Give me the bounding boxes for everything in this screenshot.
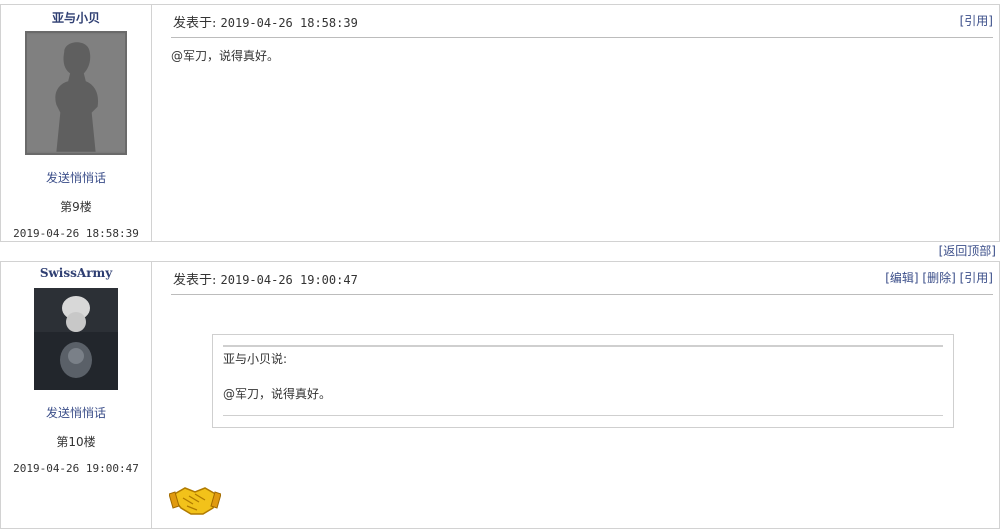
floor-number: 第10楼 xyxy=(56,435,96,449)
quote-divider xyxy=(223,415,943,416)
delete-link[interactable]: [删除] xyxy=(922,271,955,285)
author-username[interactable]: 亚与小贝 xyxy=(1,9,151,27)
author-sidebar: SwissArmy 发送悄悄话 第10楼 2019-04-26 19:00:47 xyxy=(1,262,152,528)
post-actions: [编辑] [删除] [引用] xyxy=(885,269,993,286)
back-to-top: [返回顶部] xyxy=(939,242,996,259)
quote-block: 亚与小贝说: @军刀，说得真好。 xyxy=(212,334,954,428)
post-actions: [引用] xyxy=(960,12,993,29)
author-sidebar: 亚与小贝 发送悄悄话 第9楼 2019-04-26 18:58:39 xyxy=(1,5,152,241)
post-main: 发表于: 2019-04-26 18:58:39 [引用] @军刀，说得真好。 xyxy=(151,5,999,241)
posted-time: 2019-04-26 18:58:39 xyxy=(220,16,358,30)
avatar[interactable] xyxy=(34,288,118,390)
posted-time: 2019-04-26 19:00:47 xyxy=(220,273,358,287)
send-private-message-link[interactable]: 发送悄悄话 xyxy=(1,169,151,186)
post-time: 2019-04-26 18:58:39 xyxy=(13,227,139,240)
post-main: 发表于: 2019-04-26 19:00:47 [编辑] [删除] [引用] … xyxy=(151,262,999,528)
posted-at: 发表于: 2019-04-26 18:58:39 xyxy=(173,12,358,31)
quote-body: @军刀，说得真好。 xyxy=(223,387,332,401)
edit-link[interactable]: [编辑] xyxy=(885,271,918,285)
post-floor-9: 亚与小贝 发送悄悄话 第9楼 2019-04-26 18:58:39 发表于: … xyxy=(0,4,1000,242)
post-time: 2019-04-26 19:00:47 xyxy=(13,462,139,475)
posted-label: 发表于: xyxy=(173,273,217,288)
quote-divider xyxy=(223,345,943,347)
posted-label: 发表于: xyxy=(173,16,217,31)
post-floor-10: SwissArmy 发送悄悄话 第10楼 2019-04-26 19:00:47… xyxy=(0,261,1000,529)
quote-link[interactable]: [引用] xyxy=(960,271,993,285)
posted-at: 发表于: 2019-04-26 19:00:47 xyxy=(173,269,358,288)
post-content: @军刀，说得真好。 xyxy=(171,49,280,63)
quote-header: 亚与小贝说: xyxy=(223,352,288,366)
post-header: 发表于: 2019-04-26 18:58:39 [引用] xyxy=(171,5,993,38)
back-to-top-link[interactable]: [返回顶部] xyxy=(939,244,996,258)
author-username[interactable]: SwissArmy xyxy=(1,266,151,284)
floor-number: 第9楼 xyxy=(60,200,92,214)
quote-link[interactable]: [引用] xyxy=(960,14,993,28)
send-private-message-link[interactable]: 发送悄悄话 xyxy=(1,404,151,421)
handshake-icon xyxy=(169,487,221,515)
avatar[interactable] xyxy=(25,31,127,155)
post-header: 发表于: 2019-04-26 19:00:47 [编辑] [删除] [引用] xyxy=(171,262,993,295)
